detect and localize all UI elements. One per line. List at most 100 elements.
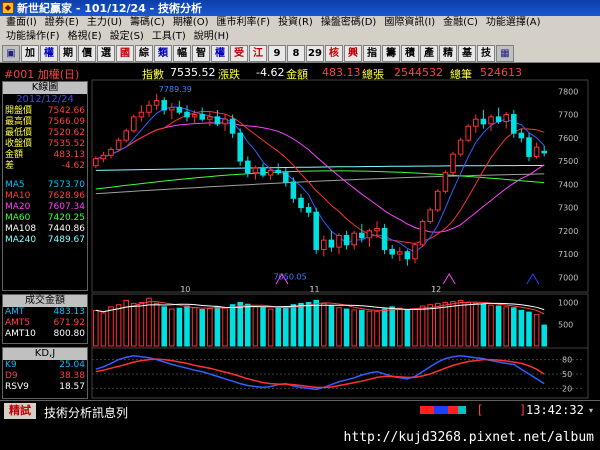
info-row: 差 -4.62 [3, 161, 87, 172]
indicator-red-2 [448, 406, 458, 414]
kd-panel-frame [91, 347, 589, 399]
volume-bar [267, 308, 274, 347]
volume-bar [359, 309, 365, 347]
volume-bar [412, 308, 418, 347]
candle-body [115, 139, 122, 150]
volume-panel-title: 成交金額 [3, 295, 87, 307]
jingshi-button[interactable]: 精試 [4, 403, 36, 419]
volume-bar [336, 307, 342, 347]
volume-bar [404, 309, 411, 347]
info-row-value: 671.92 [53, 318, 86, 328]
volume-bar [229, 304, 236, 347]
watermark-url: http://kujd3268.pixnet.net/album [343, 430, 594, 445]
volume-bar [93, 309, 99, 347]
info-row-value: 7420.25 [47, 213, 85, 223]
volume-bar [275, 307, 281, 347]
volume-bar [457, 299, 464, 347]
info-row-value: 25.04 [59, 360, 85, 370]
volume-bar [374, 311, 380, 347]
info-row-label: AMT [5, 307, 25, 317]
candle-body [427, 209, 433, 223]
info-row-label: AMT10 [5, 329, 36, 339]
volume-bar [214, 306, 221, 347]
candle-body [108, 148, 114, 156]
info-row-value: 7520.62 [47, 128, 85, 138]
info-row-label: 收盤價 [5, 139, 33, 149]
candle-body [283, 172, 289, 183]
candle-body [298, 197, 304, 209]
info-row-label: K9 [5, 360, 17, 370]
volume-bar [207, 308, 213, 347]
info-row-value: 7566.09 [47, 117, 85, 127]
volume-bar [343, 308, 350, 347]
info-row: RSV9 18.57 [3, 382, 87, 393]
candle-body [336, 234, 342, 248]
volume-bar [313, 299, 319, 347]
price-tick-label: 7300 [558, 204, 578, 213]
candle-body [442, 172, 449, 192]
ma5-line [95, 106, 545, 253]
technical-chart[interactable]: 7800 7700 7600 7500 7400 7300 7200 7100 7000 7789… [0, 0, 600, 400]
candle-body [184, 111, 190, 118]
volume-bar [176, 307, 183, 347]
volume-bar [191, 307, 198, 347]
candle-body [541, 150, 547, 154]
volume-bar [108, 306, 114, 347]
info-row: K9 25.04 [3, 360, 87, 371]
info-row: AMT10 800.80 [3, 329, 87, 340]
candle-body [260, 167, 266, 176]
info-row-value: 38.38 [59, 371, 85, 381]
volume-bar [305, 302, 312, 347]
info-row: AMT 483.13 [3, 307, 87, 318]
candle-body [161, 100, 167, 111]
volume-bar [533, 314, 540, 347]
info-row-value: -4.62 [61, 161, 85, 171]
candle-body [419, 221, 426, 246]
info-row: 收盤價 7535.52 [3, 139, 87, 150]
volume-bar [518, 309, 525, 347]
candle-body [366, 230, 373, 239]
candle-body [267, 169, 274, 176]
signal-marker [442, 273, 456, 285]
bracket-left: [ [478, 403, 483, 417]
volume-bar [541, 324, 547, 347]
candle-body [93, 158, 99, 167]
resize-grip-icon[interactable]: ▾ [589, 406, 593, 415]
volume-bar [419, 305, 426, 347]
indicator-blue [434, 406, 448, 414]
ma240-line [95, 165, 545, 171]
candle-body [389, 248, 395, 255]
volume-bar [366, 310, 373, 347]
volume-bar [495, 305, 502, 347]
info-row-label: MA60 [5, 213, 31, 223]
candle-body [305, 207, 312, 213]
info-row-value: 483.13 [53, 150, 86, 160]
volume-bar [397, 307, 403, 347]
price-tick-label: 7100 [558, 250, 578, 259]
info-row-value: 7535.52 [47, 139, 85, 149]
candle-body [495, 116, 502, 123]
candle-body [397, 251, 403, 255]
price-tick-label: 7800 [558, 87, 578, 96]
candle-body [351, 232, 357, 246]
volume-bar [138, 302, 145, 347]
watermark-area: http://kujd3268.pixnet.net/album [0, 422, 600, 450]
volume-tick-label: 500 [558, 320, 573, 329]
candle-body [450, 153, 456, 174]
volume-bar [260, 307, 266, 347]
kd-info-panel: KD,J K9 25.04 D9 38.38 RSV9 18.57 [2, 347, 88, 399]
info-row: 金額 483.13 [3, 150, 87, 161]
bracket-right: ] [520, 403, 525, 417]
candle-body [222, 118, 228, 125]
volume-tick-label: 1000 [558, 299, 578, 308]
price-tick-label: 7400 [558, 180, 578, 189]
volume-bar [442, 302, 449, 347]
candle-body [229, 118, 236, 134]
candle-body [473, 118, 479, 127]
volume-bar [169, 308, 175, 347]
volume-bar [290, 304, 297, 347]
info-row-label: MA108 [5, 224, 37, 234]
price-tick-label: 7500 [558, 157, 578, 166]
info-row-label: RSV9 [5, 382, 29, 392]
month-label: 11 [309, 285, 319, 294]
